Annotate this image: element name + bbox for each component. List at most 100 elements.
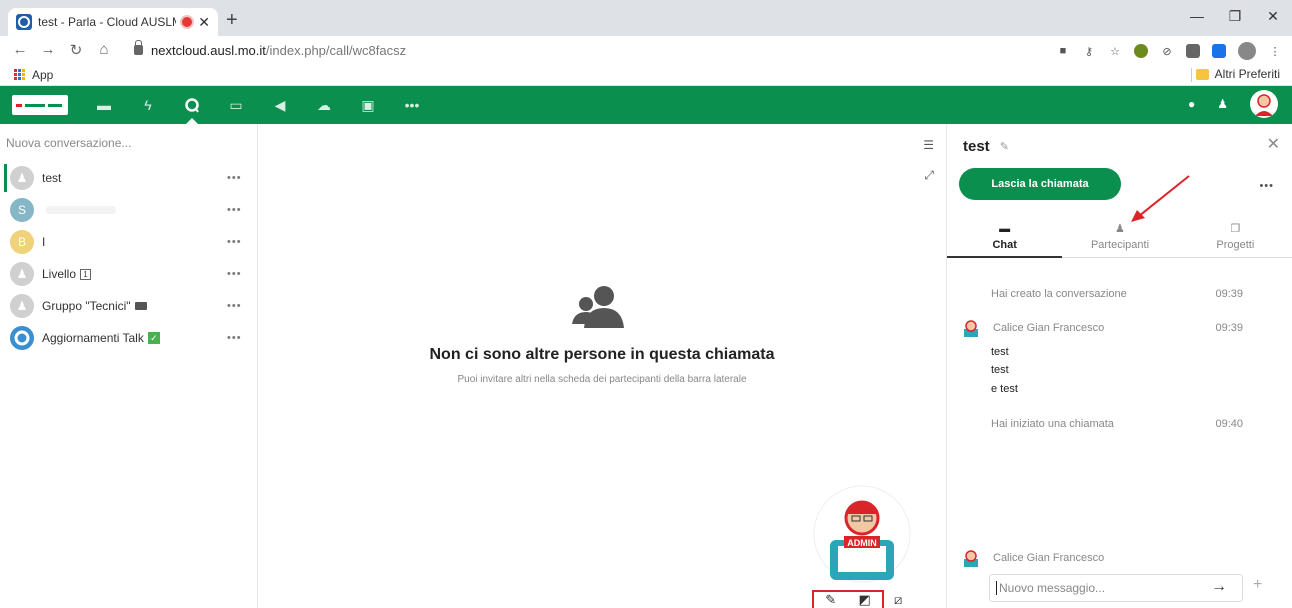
chat-icon: ▬ — [999, 222, 1011, 235]
star-icon[interactable]: ☆ — [1108, 44, 1122, 58]
screen-share-off-icon[interactable]: ⧄ — [894, 592, 902, 608]
call-view: ☰ ⤢ Non ci sono altre persone in questa … — [258, 124, 946, 608]
message-text: test — [991, 346, 1009, 358]
conversation-item[interactable]: ♟ Livello 1 ••• — [0, 258, 257, 290]
conversation-name: test — [42, 171, 227, 185]
leave-call-button[interactable]: Lascia la chiamata — [959, 168, 1121, 200]
system-message-created: Hai creato la conversazione — [991, 288, 1127, 300]
ausl-logo[interactable] — [12, 95, 68, 115]
group-avatar-icon: ♟ — [10, 294, 34, 318]
talk-icon[interactable] — [170, 86, 214, 124]
conversation-avatar: B — [10, 230, 34, 254]
conversation-more-button[interactable]: ••• — [227, 204, 257, 216]
menu-dots-icon[interactable]: ⋮ — [1268, 44, 1282, 58]
projects-icon: ❐ — [1230, 223, 1241, 235]
block-icon[interactable]: ⊘ — [1160, 44, 1174, 58]
back-icon[interactable]: ← — [8, 41, 32, 59]
tab-close-icon[interactable]: ✕ — [198, 14, 210, 31]
extension-blue-icon[interactable] — [1212, 44, 1226, 58]
conversation-item[interactable]: S ••• — [0, 194, 257, 226]
conversation-details-sidebar: test ✎ ✕ Lascia la chiamata ••• ▬ Chat ♟… — [946, 124, 1292, 608]
home-icon[interactable]: ⌂ — [92, 41, 116, 59]
annotation-arrow — [1131, 175, 1190, 222]
announcements-icon[interactable]: ◀ — [258, 86, 302, 124]
attach-plus-icon[interactable]: + — [1253, 576, 1262, 594]
new-conversation-input[interactable]: Nuova conversazione... — [6, 132, 251, 158]
system-message-call-started: Hai iniziato una chiamata — [991, 418, 1114, 430]
tab-chat[interactable]: ▬ Chat — [947, 216, 1063, 258]
contacts-icon[interactable]: ♟ — [1217, 97, 1228, 111]
apps-grid-icon — [14, 68, 26, 81]
conversation-more-button[interactable]: ••• — [227, 300, 257, 312]
user-avatar[interactable] — [1250, 90, 1278, 118]
conversation-more-button[interactable]: ••• — [227, 172, 257, 184]
bookmark-other-label: Altri Preferiti — [1214, 67, 1280, 81]
activity-icon[interactable]: ϟ — [126, 86, 170, 124]
conversation-name-text: I — [42, 235, 46, 249]
key-icon[interactable]: ⚷ — [1082, 44, 1096, 58]
conversation-item[interactable]: Aggiornamenti Talk ✓ ••• — [0, 322, 257, 354]
lock-icon — [134, 40, 143, 55]
close-window-icon[interactable]: ✕ — [1254, 0, 1292, 32]
conversations-sidebar: Nuova conversazione... ♟ test ••• S ••• B I •••… — [0, 124, 258, 608]
rename-pencil-icon[interactable]: ✎ — [1000, 140, 1009, 153]
talk-favicon-icon — [16, 14, 32, 30]
conversation-item[interactable]: B I ••• — [0, 226, 257, 258]
conversation-name-text: Livello — [42, 267, 77, 281]
conversation-name: Livello 1 — [42, 267, 227, 281]
conversation-name: I — [42, 235, 227, 249]
redacted-name — [46, 206, 116, 214]
conversation-title: test — [963, 138, 990, 155]
bookmarks-bar: App Altri Preferiti — [0, 64, 1292, 86]
conversation-name: Gruppo "Tecnici" — [42, 299, 227, 313]
calendar-icon[interactable]: ▭ — [214, 86, 258, 124]
message-input[interactable]: Nuovo messaggio... — [989, 574, 1243, 602]
text-caret — [996, 581, 997, 595]
url-field[interactable]: nextcloud.ausl.mo.it/index.php/call/wc8f… — [134, 40, 406, 58]
conversation-name-text: test — [42, 171, 62, 185]
call-more-button[interactable]: ••• — [1259, 180, 1274, 192]
no-participants-icon — [572, 286, 624, 328]
tab-projects[interactable]: ❐ Progetti — [1178, 216, 1292, 257]
files-icon[interactable]: ▬ — [82, 86, 126, 124]
tab-projects-label: Progetti — [1216, 239, 1255, 251]
bookmark-other[interactable]: Altri Preferiti — [1195, 67, 1280, 81]
tab-title: test - Parla - Cloud AUSLMo — [38, 15, 177, 29]
browser-tab[interactable]: test - Parla - Cloud AUSLMo ✕ — [8, 8, 218, 36]
tab-chat-label: Chat — [992, 238, 1017, 251]
maximize-icon[interactable]: ❐ — [1216, 0, 1254, 32]
profile-icon[interactable] — [1238, 42, 1256, 60]
conversation-item[interactable]: ♟ Gruppo "Tecnici" ••• — [0, 290, 257, 322]
shield-icon[interactable] — [1186, 44, 1200, 58]
fullscreen-icon[interactable]: ⤢ — [924, 168, 934, 183]
message-time: 09:40 — [1215, 418, 1243, 430]
self-video-avatar: ADMIN — [813, 485, 911, 583]
address-bar: ← → ↻ ⌂ nextcloud.ausl.mo.it/index.php/c… — [0, 36, 1292, 64]
extension-icon[interactable] — [1134, 44, 1148, 58]
close-sidebar-icon[interactable]: ✕ — [1267, 134, 1280, 154]
send-icon[interactable]: → — [1211, 578, 1227, 596]
url-host: nextcloud.ausl.mo.it — [151, 42, 266, 58]
forward-icon[interactable]: → — [36, 41, 60, 59]
cloud-upload-icon[interactable]: ☁ — [302, 86, 346, 124]
more-apps-icon[interactable]: ••• — [390, 86, 434, 124]
reload-icon[interactable]: ↻ — [64, 41, 88, 59]
dashboard-icon[interactable]: ▣ — [346, 86, 390, 124]
bookmark-apps[interactable]: App — [0, 68, 53, 82]
conversation-more-button[interactable]: ••• — [227, 268, 257, 280]
window-controls: — ❐ ✕ — [1178, 0, 1292, 36]
conversation-item[interactable]: ♟ test ••• — [0, 162, 257, 194]
nextcloud-header: ▬ ϟ ▭ ◀ ☁ ▣ ••• ● ♟ — [0, 86, 1292, 124]
microphone-off-icon[interactable]: ✎ — [825, 592, 836, 608]
conversation-more-button[interactable]: ••• — [227, 236, 257, 248]
conversation-more-button[interactable]: ••• — [227, 332, 257, 344]
grid-view-icon[interactable]: ☰ — [923, 138, 934, 152]
camera-icon[interactable]: ■ — [1056, 44, 1070, 58]
new-tab-button[interactable]: + — [226, 10, 238, 30]
group-avatar-icon: ♟ — [10, 166, 34, 190]
minimize-icon[interactable]: — — [1178, 0, 1216, 32]
camera-off-icon[interactable]: ◩ — [858, 592, 870, 608]
message-text: e test — [991, 383, 1018, 395]
notifications-icon[interactable]: ● — [1188, 97, 1195, 111]
conversation-list: ♟ test ••• S ••• B I ••• ♟ Livello 1 ••• ♟ Gruppo "Te… — [0, 162, 257, 354]
